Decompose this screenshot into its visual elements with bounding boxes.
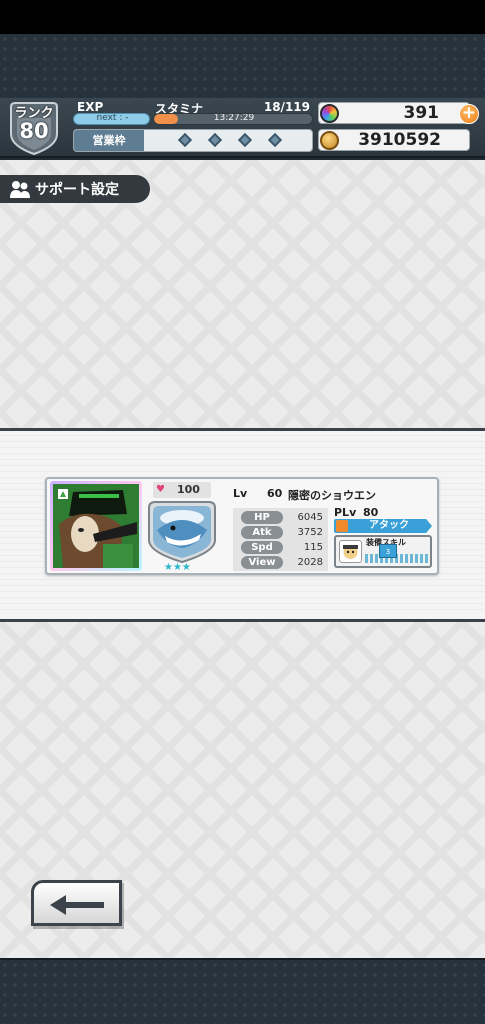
business-slot-icon <box>207 132 223 148</box>
character-name: 隠密のショウエン <box>288 489 376 502</box>
equipment-frame[interactable] <box>147 500 217 564</box>
plv-value: 80 <box>363 506 379 519</box>
equipment-shark-icon <box>148 501 216 564</box>
stat-label-atk: Atk <box>241 526 283 539</box>
stat-label-spd: Spd <box>241 541 283 554</box>
stat-label-hp: HP <box>241 511 283 524</box>
stat-value-view: 2028 <box>297 557 323 568</box>
business-slot-icon <box>177 132 193 148</box>
gem-value: 391 <box>403 103 440 123</box>
stamina-count: 18/119 <box>263 100 310 114</box>
group-icon <box>10 181 30 198</box>
rarity-stars: ★★★ <box>164 562 191 573</box>
bottom-decoration <box>0 958 485 1024</box>
back-arrow-icon <box>50 895 104 915</box>
heart-icon: ♥ <box>156 484 165 495</box>
coin-value: 3910592 <box>358 130 441 150</box>
affinity-box: ♥ 100 <box>153 482 211 498</box>
page-title-tab: サポート設定 <box>0 175 150 203</box>
coin-icon <box>320 131 339 150</box>
stat-value-atk: 3752 <box>297 527 323 538</box>
gem-icon <box>320 104 339 123</box>
plus-icon[interactable]: + <box>459 104 479 124</box>
stat-value-spd: 115 <box>303 542 323 553</box>
business-slots: 営業枠 <box>73 129 313 152</box>
business-slot-icon <box>237 132 253 148</box>
gem-counter: 391 <box>318 102 470 124</box>
rank-value: 80 <box>19 119 49 143</box>
level-label: Lv <box>233 487 248 500</box>
status-bar <box>0 0 485 34</box>
stat-label-view: View <box>241 556 283 569</box>
equipped-skill[interactable]: 装備スキル 3 <box>334 535 432 568</box>
exp-label: EXP <box>77 100 104 114</box>
level-value: 60 <box>267 487 283 500</box>
coin-counter: 3910592 <box>318 129 470 151</box>
page-title: サポート設定 <box>35 182 119 198</box>
plv-label: PLv <box>334 506 357 519</box>
business-label: 営業枠 <box>74 130 144 151</box>
affinity-value: 100 <box>177 483 200 496</box>
sword-icon <box>336 520 348 532</box>
role-badge: アタック <box>334 519 432 533</box>
business-slot-icon <box>267 132 283 148</box>
stamina-bar: 13:27:29 <box>153 113 313 125</box>
character-art <box>53 484 139 568</box>
header-bar: ランク 80 EXP next : - スタミナ 18/119 13:27:29… <box>0 98 485 158</box>
stamina-timer: 13:27:29 <box>213 113 255 123</box>
rank-badge: ランク 80 <box>9 100 59 156</box>
character-portrait[interactable] <box>50 481 142 571</box>
stat-value-hp: 6045 <box>297 512 323 523</box>
exp-next-text: next : - <box>96 113 129 123</box>
screen: ランク 80 EXP next : - スタミナ 18/119 13:27:29… <box>0 0 485 1024</box>
exp-bar: next : - <box>73 113 150 125</box>
top-decoration <box>0 34 485 100</box>
back-button[interactable] <box>31 880 122 926</box>
role-text: アタック <box>369 520 409 531</box>
triangle-attribute-icon <box>57 488 69 500</box>
support-card[interactable]: ♥ 100 ★★★ Lv 60 隠密のショウエン HP 6045 Atk 375… <box>45 477 439 575</box>
stats-panel: HP 6045 Atk 3752 Spd 115 View 2028 <box>233 508 328 571</box>
skill-level: 3 <box>379 544 397 558</box>
skill-character-icon <box>339 540 362 563</box>
